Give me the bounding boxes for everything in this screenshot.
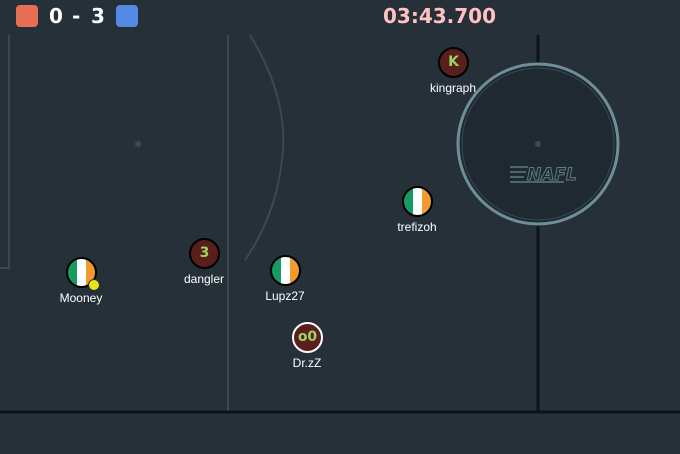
player-avatar: o0: [297, 329, 318, 345]
player-name: dangler: [183, 272, 225, 286]
player-name: Lupz27: [265, 289, 305, 303]
player-dangler: 3 dangler: [164, 238, 244, 294]
left-penalty-box-line: [0, 35, 10, 269]
player-avatar: [404, 188, 431, 215]
nafl-logo-text: NAFL: [527, 165, 577, 185]
player-name: Mooney: [59, 291, 103, 305]
player-lupz27: 3 Lupz27: [245, 255, 325, 311]
player-disc: 3: [189, 238, 220, 269]
player-kingraph: K kingraph: [413, 47, 493, 103]
game-stage[interactable]: NAFL 0 - 3 03:43.700 K kingraph trefizoh…: [0, 0, 680, 454]
player-mooney: 2 Mooney: [41, 257, 121, 313]
player-name: kingraph: [429, 81, 477, 95]
red-team-indicator: [16, 5, 38, 27]
player-avatar: 3: [199, 245, 210, 261]
penalty-spot: [135, 141, 141, 147]
player-avatar: K: [448, 54, 459, 70]
kick-indicator-icon: [88, 279, 100, 291]
player-avatar: 3: [280, 263, 291, 278]
player-disc: o0: [292, 322, 323, 353]
player-disc: K: [438, 47, 469, 78]
score-separator: -: [72, 4, 81, 28]
blue-team-indicator: [116, 5, 138, 27]
player-trefizoh: trefizoh: [377, 186, 457, 242]
player-name: trefizoh: [397, 220, 437, 234]
center-spot: [535, 141, 541, 147]
score-red: 0: [49, 4, 63, 28]
penalty-arc: [244, 34, 285, 261]
player-disc: [402, 186, 433, 217]
player-drzz: o0 Dr.zZ: [267, 322, 347, 378]
player-disc: 3: [270, 255, 301, 286]
score-blue: 3: [91, 4, 105, 28]
player-name: Dr.zZ: [292, 356, 322, 370]
pitch: NAFL: [0, 34, 680, 414]
match-timer: 03:43.700: [383, 4, 497, 28]
